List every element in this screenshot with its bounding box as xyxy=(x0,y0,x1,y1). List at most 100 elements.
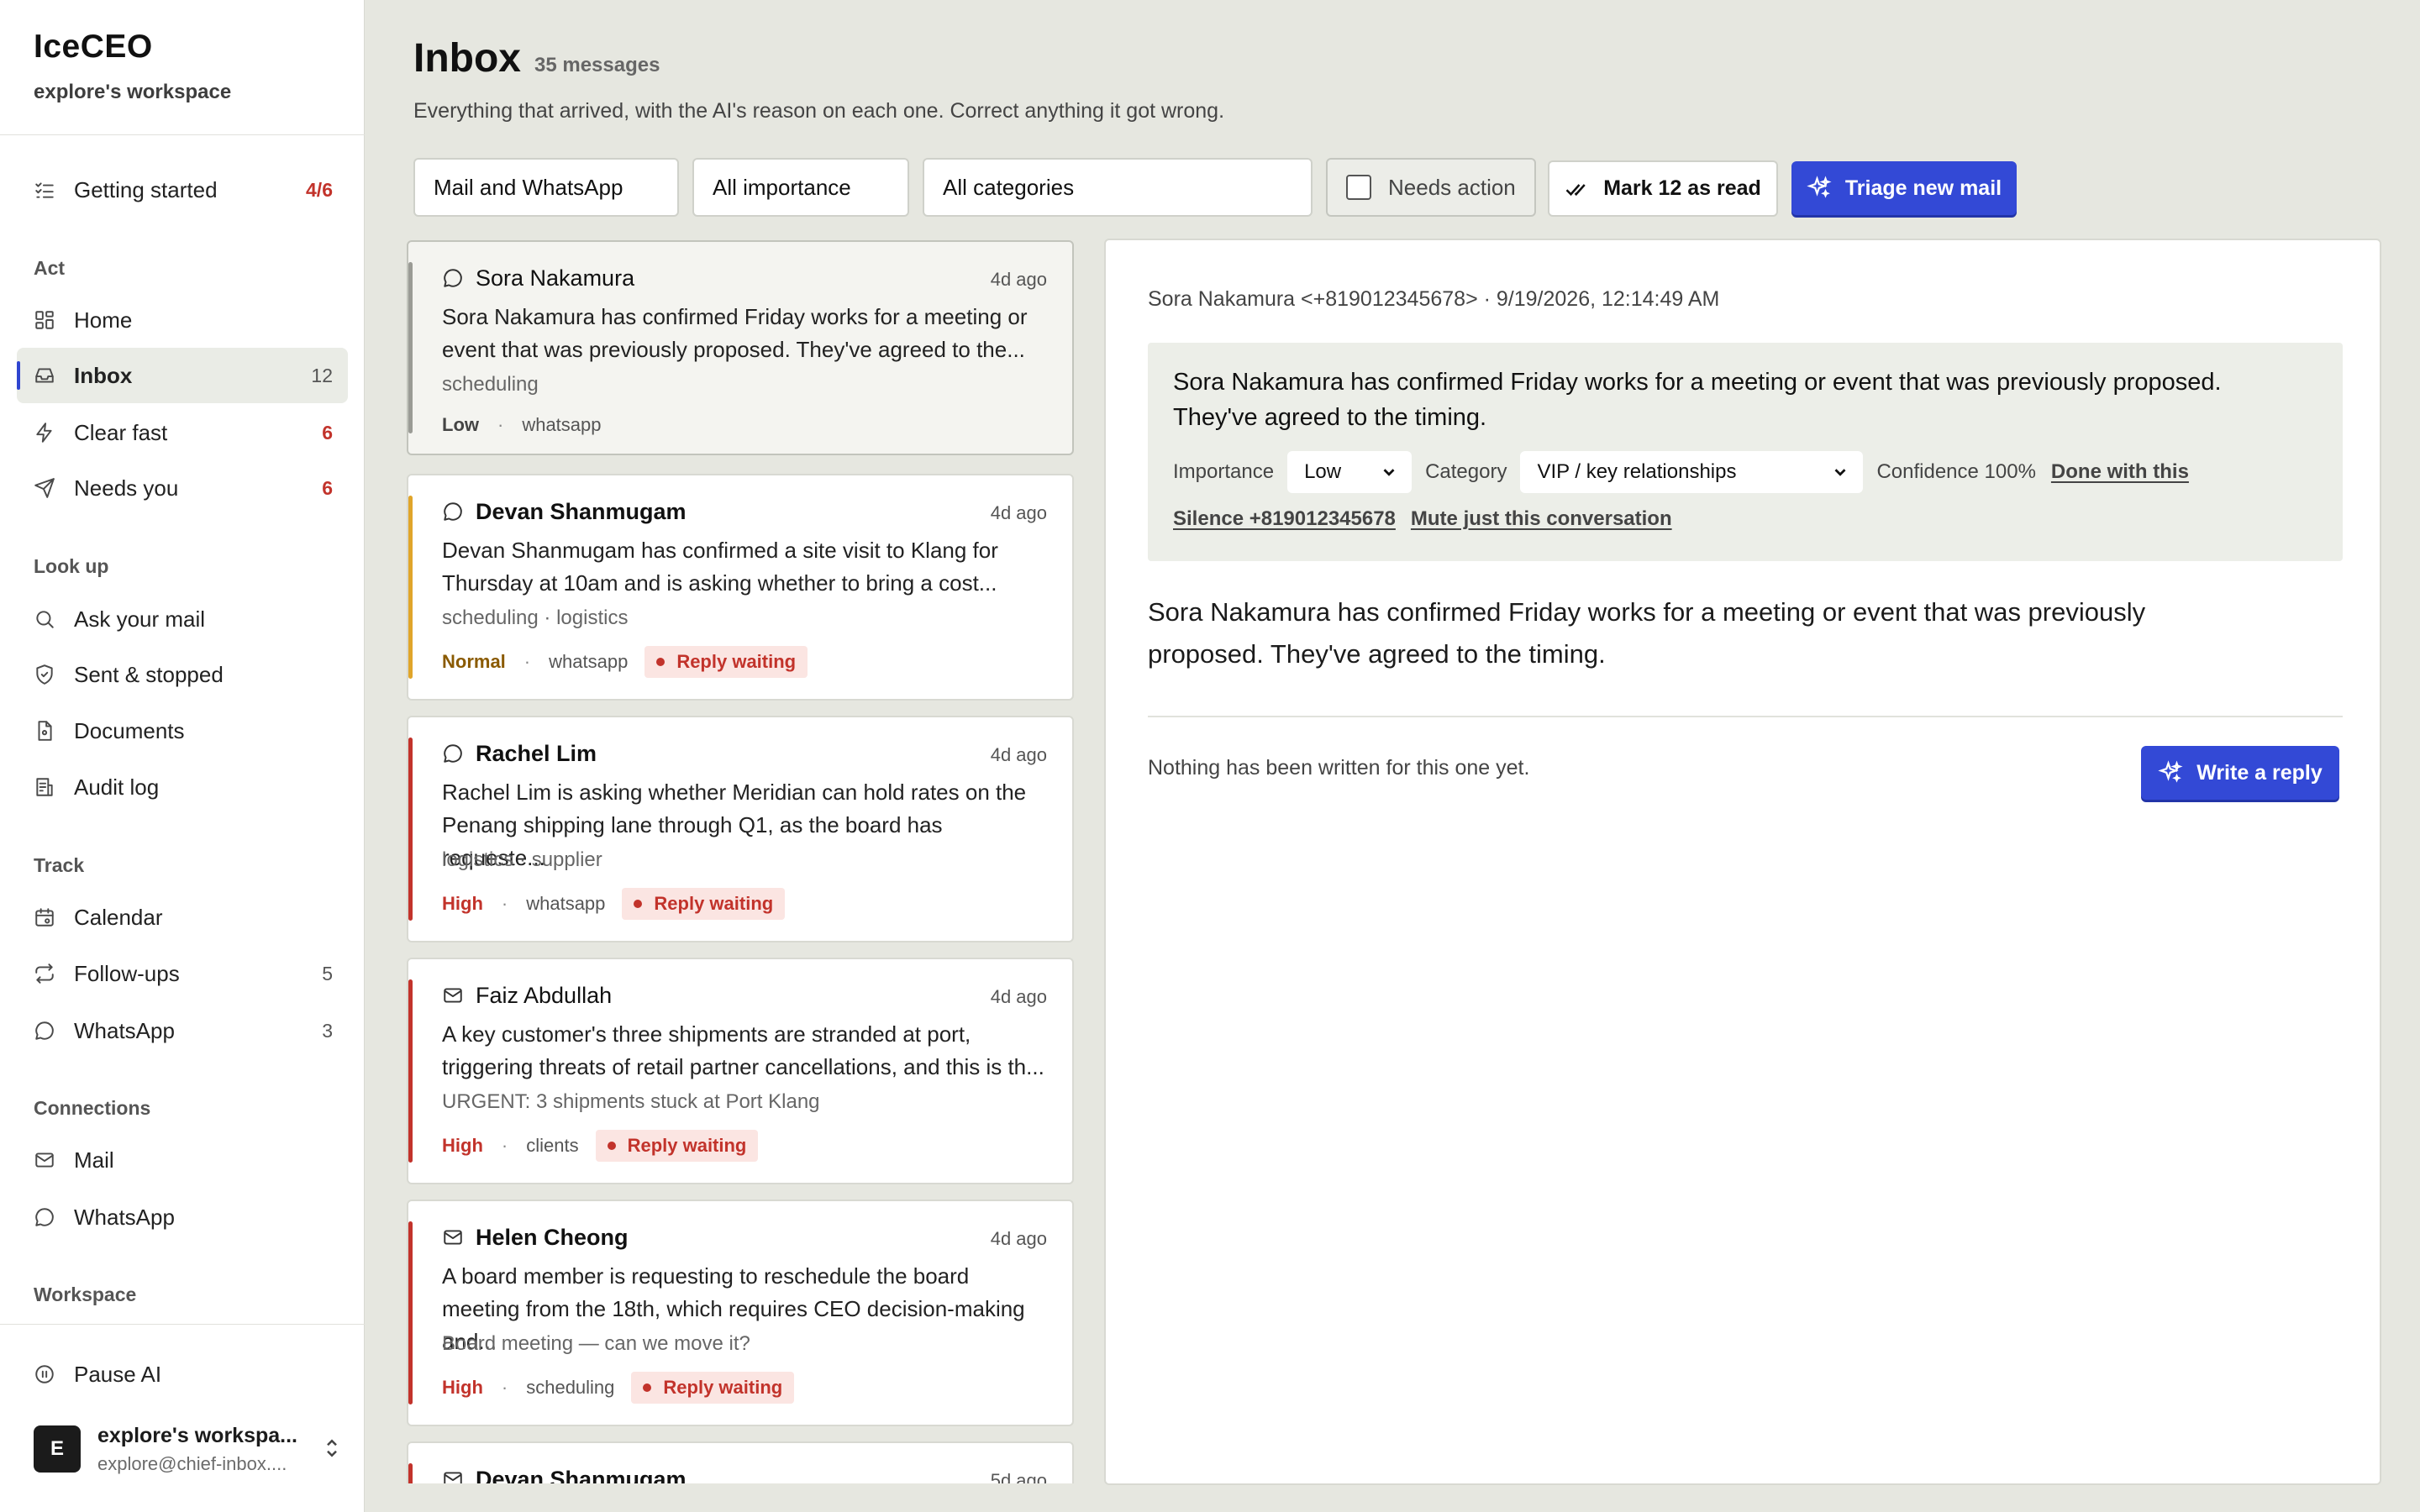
sidebar-item-label: Sent & stopped xyxy=(74,661,224,687)
message-time: 5d ago xyxy=(990,1470,1047,1483)
mark-read-label: Mark 12 as read xyxy=(1603,176,1761,200)
message-time: 4d ago xyxy=(990,744,1047,765)
status-badge: Reply waiting xyxy=(631,1372,795,1404)
message-tags: scheduling xyxy=(442,373,539,396)
mail-icon xyxy=(34,1149,55,1171)
repeat-icon xyxy=(34,963,55,984)
item-count: 3 xyxy=(322,1019,333,1042)
list-item[interactable]: Devan Shanmugam 4d ago Devan Shanmugam h… xyxy=(407,474,1074,701)
item-count: 5 xyxy=(322,962,333,984)
category-filter-select[interactable]: All categories xyxy=(923,158,1313,217)
pause-ai-button[interactable]: Pause AI xyxy=(17,1347,348,1402)
sidebar-item-label: Documents xyxy=(74,717,185,743)
priority-label: High xyxy=(442,893,483,914)
sidebar-item-audit-log[interactable]: Audit log xyxy=(17,759,348,815)
message-subject: URGENT: 3 shipments stuck at Port Klang xyxy=(442,1090,820,1113)
section-label-act: Act xyxy=(34,257,66,279)
message-from: Sora Nakamura <+819012345678> · 9/19/202… xyxy=(1148,287,1720,311)
priority-bar xyxy=(408,496,413,679)
sidebar-item-calendar[interactable]: Calendar xyxy=(17,890,348,945)
sidebar-item-clear-fast[interactable]: Clear fast 6 xyxy=(17,405,348,460)
message-time: 4d ago xyxy=(990,986,1047,1007)
needs-action-toggle[interactable]: Needs action xyxy=(1326,158,1536,217)
category-label: Category xyxy=(1425,460,1507,483)
sidebar-item-needs-you[interactable]: Needs you 6 xyxy=(17,460,348,516)
priority-label: Low xyxy=(442,414,479,435)
category-filter-value: All categories xyxy=(943,174,1075,200)
pause-ai-label: Pause AI xyxy=(74,1361,162,1387)
workspace-name: explore's workspace xyxy=(34,81,232,103)
mark-read-button[interactable]: Mark 12 as read xyxy=(1548,160,1778,217)
channel-label: clients xyxy=(526,1135,579,1156)
double-check-icon xyxy=(1565,183,1586,196)
confidence-value: Confidence 100% xyxy=(1876,460,2036,483)
sidebar-item-sent-stopped[interactable]: Sent & stopped xyxy=(17,647,348,702)
importance-select[interactable]: Low xyxy=(1287,451,1413,493)
item-count: 6 xyxy=(322,421,333,444)
ai-summary: Sora Nakamura has confirmed Friday works… xyxy=(1173,369,2222,431)
priority-label: High xyxy=(442,1135,483,1156)
list-item[interactable]: Devan Shanmugam 5d ago xyxy=(407,1441,1074,1483)
needs-action-label: Needs action xyxy=(1388,174,1516,200)
silence-sender-button[interactable]: Silence +819012345678 xyxy=(1173,507,1396,531)
message-subject: Board meeting — can we move it? xyxy=(442,1332,750,1355)
sidebar-item-whatsapp[interactable]: WhatsApp 3 xyxy=(17,1003,348,1058)
sidebar-divider xyxy=(0,1324,365,1325)
sidebar-item-whatsapp-connection[interactable]: WhatsApp xyxy=(17,1189,348,1245)
list-item[interactable]: Faiz Abdullah 4d ago A key customer's th… xyxy=(407,958,1074,1184)
send-icon xyxy=(34,477,55,499)
priority-bar xyxy=(408,738,413,921)
sidebar-item-inbox[interactable]: Inbox 12 xyxy=(17,348,348,403)
sidebar-item-ask-your-mail[interactable]: Ask your mail xyxy=(17,591,348,647)
app-logo: IceCEO xyxy=(34,29,153,65)
shield-check-icon xyxy=(34,664,55,685)
chat-bubble-icon xyxy=(34,1020,55,1042)
sidebar-item-label: Needs you xyxy=(74,475,179,501)
message-time: 4d ago xyxy=(990,1228,1047,1249)
lightning-icon xyxy=(34,422,55,444)
sidebar-item-label: Home xyxy=(74,307,133,333)
account-switcher[interactable]: E explore's workspa... explore@chief-inb… xyxy=(34,1422,345,1476)
done-button[interactable]: Done with this xyxy=(2051,460,2189,484)
sender-name: Devan Shanmugam xyxy=(476,499,687,524)
priority-bar xyxy=(408,1463,413,1483)
importance-filter-select[interactable]: All importance xyxy=(692,158,909,217)
triage-label: Triage new mail xyxy=(1844,176,2002,200)
needs-action-checkbox[interactable] xyxy=(1346,175,1371,200)
source-filter-select[interactable]: Mail and WhatsApp xyxy=(413,158,679,217)
sidebar-item-home[interactable]: Home xyxy=(17,292,348,348)
sidebar-item-mail[interactable]: Mail xyxy=(17,1132,348,1188)
chat-bubble-icon xyxy=(442,267,464,289)
status-badge: Reply waiting xyxy=(595,1130,759,1162)
list-item[interactable]: Sora Nakamura 4d ago Sora Nakamura has c… xyxy=(407,240,1074,455)
section-label-track: Track xyxy=(34,854,85,876)
status-badge: Reply waiting xyxy=(644,646,808,678)
sender-name: Helen Cheong xyxy=(476,1225,629,1250)
write-reply-label: Write a reply xyxy=(2196,760,2323,785)
sidebar-item-label: Ask your mail xyxy=(74,606,206,632)
ai-triage-panel: Sora Nakamura has confirmed Friday works… xyxy=(1148,343,2343,561)
pause-icon xyxy=(34,1363,55,1385)
chevron-up-down-icon xyxy=(319,1436,345,1461)
write-reply-button[interactable]: Write a reply xyxy=(2141,746,2339,800)
priority-bar xyxy=(408,262,413,433)
sidebar-item-getting-started[interactable]: Getting started 4/6 xyxy=(17,162,348,218)
priority-label: Normal xyxy=(442,651,506,672)
category-select[interactable]: VIP / key relationships xyxy=(1520,451,1864,493)
priority-label: High xyxy=(442,1377,483,1398)
message-list: Sora Nakamura 4d ago Sora Nakamura has c… xyxy=(407,240,1074,1483)
message-tags: scheduling · logistics xyxy=(442,606,629,629)
message-tags: logistics · supplier xyxy=(442,848,602,871)
audit-log-icon xyxy=(34,776,55,798)
sidebar-item-follow-ups[interactable]: Follow-ups 5 xyxy=(17,946,348,1001)
sidebar-item-label: WhatsApp xyxy=(74,1017,175,1043)
channel-label: whatsapp xyxy=(549,651,629,672)
triage-new-mail-button[interactable]: Triage new mail xyxy=(1791,161,2017,215)
search-icon xyxy=(34,608,55,630)
list-item[interactable]: Helen Cheong 4d ago A board member is re… xyxy=(407,1200,1074,1426)
mute-conversation-button[interactable]: Mute just this conversation xyxy=(1411,507,1672,531)
sidebar-item-documents[interactable]: Documents xyxy=(17,703,348,759)
sparkles-icon xyxy=(1807,176,1832,198)
list-item[interactable]: Rachel Lim 4d ago Rachel Lim is asking w… xyxy=(407,716,1074,942)
message-summary: Devan Shanmugam has confirmed a site vis… xyxy=(442,538,998,596)
